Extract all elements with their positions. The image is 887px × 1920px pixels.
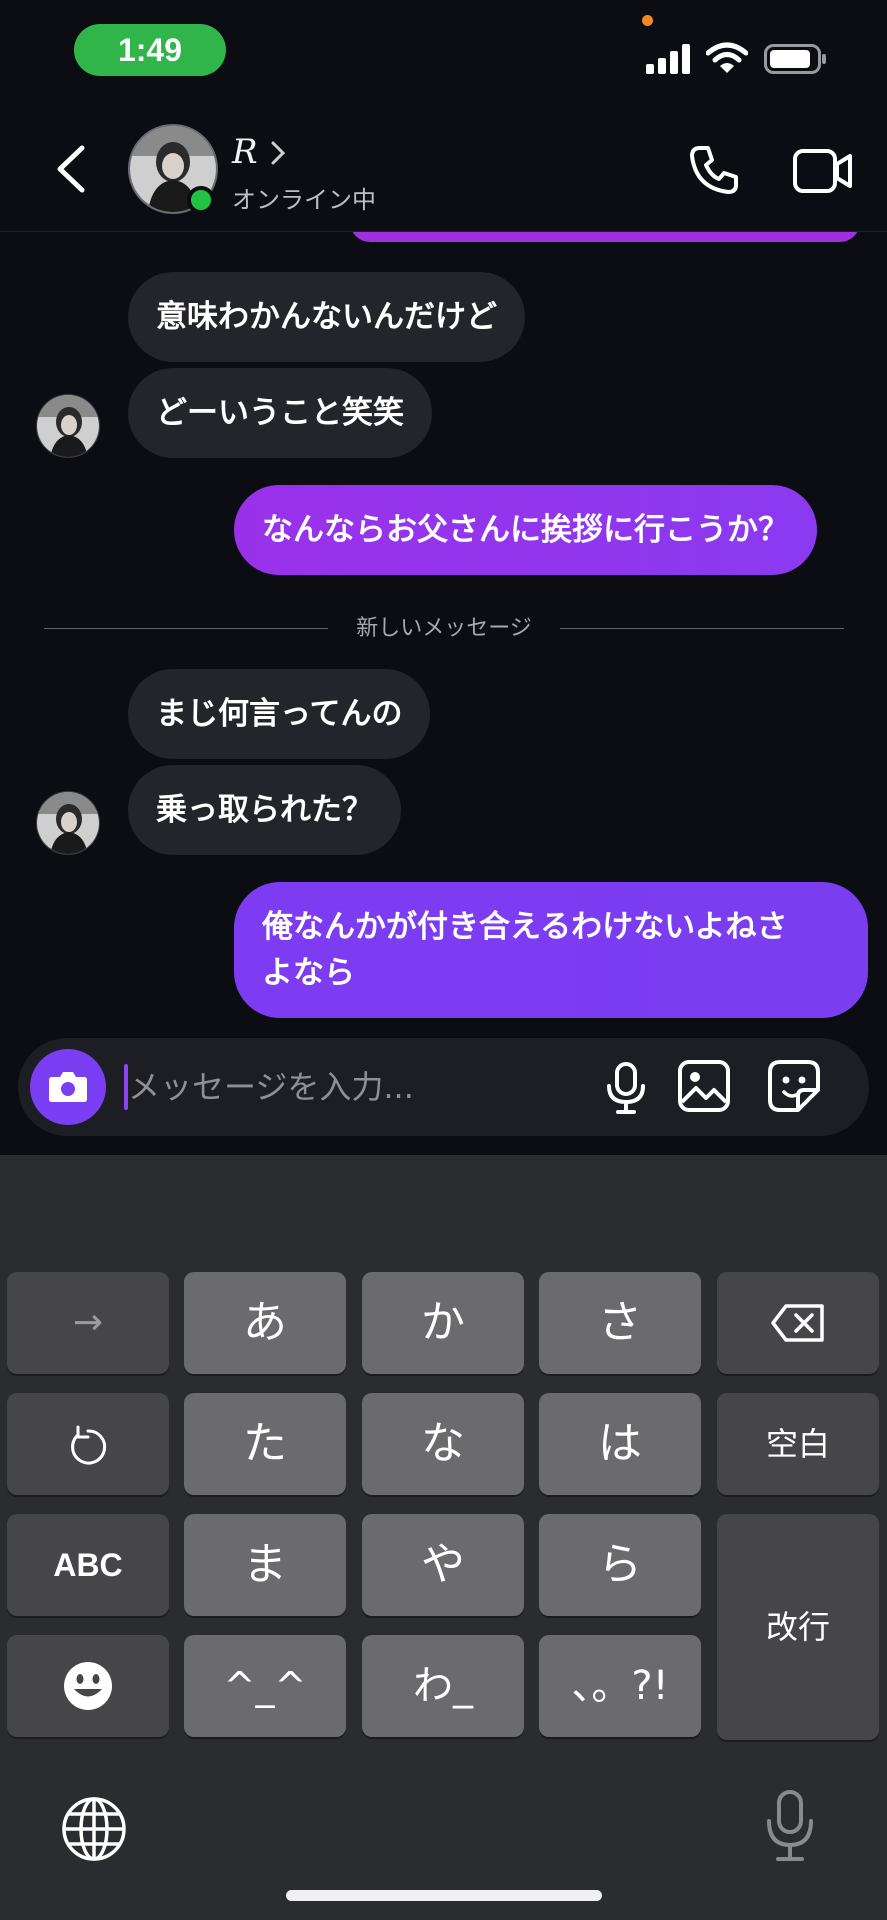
key-sa[interactable]: さ bbox=[539, 1272, 701, 1374]
incoming-message[interactable]: まじ何言ってんの bbox=[128, 669, 431, 759]
key-ha[interactable]: は bbox=[539, 1393, 701, 1495]
new-messages-divider: 新しいメッセージ bbox=[44, 614, 844, 644]
key-return[interactable]: 改行 bbox=[717, 1514, 879, 1740]
outgoing-message[interactable]: 俺なんかが付き合えるわけないよねさ よなら bbox=[234, 882, 868, 1018]
chat-screen: 1:49 R オンライン中 意味わかんないんだけど どーいうこと笑笑 なんならお… bbox=[0, 0, 887, 1920]
contact-status: オンライン中 bbox=[232, 186, 376, 214]
avatar-photo bbox=[37, 395, 99, 457]
back-icon[interactable] bbox=[44, 134, 100, 204]
key-ma[interactable]: ま bbox=[184, 1514, 346, 1616]
key-ya[interactable]: や bbox=[362, 1514, 524, 1616]
key-undo[interactable] bbox=[7, 1393, 169, 1495]
chat-header: R オンライン中 bbox=[0, 110, 887, 232]
sticker-icon[interactable] bbox=[766, 1058, 822, 1114]
divider-line bbox=[560, 628, 844, 629]
dictation-icon[interactable] bbox=[762, 1789, 818, 1865]
chevron-right-icon[interactable] bbox=[270, 140, 286, 166]
key-ta[interactable]: た bbox=[184, 1393, 346, 1495]
camera-button[interactable] bbox=[30, 1049, 106, 1125]
battery-icon bbox=[764, 44, 826, 74]
backspace-icon bbox=[771, 1304, 824, 1342]
divider-label: 新しいメッセージ bbox=[356, 616, 532, 641]
undo-icon bbox=[71, 1425, 107, 1465]
key-abc[interactable]: ABC bbox=[7, 1514, 169, 1616]
sender-avatar[interactable] bbox=[36, 791, 100, 855]
key-na[interactable]: な bbox=[362, 1393, 524, 1495]
emoji-icon bbox=[64, 1662, 112, 1710]
incoming-message[interactable]: 乗っ取られた？ bbox=[128, 765, 401, 855]
japanese-keyboard: → あ か さ た な は 空白 ABC ま や ら 改行 ^_^ わ_ 、。?… bbox=[0, 1155, 887, 1920]
key-ka[interactable]: か bbox=[362, 1272, 524, 1374]
key-backspace[interactable] bbox=[717, 1272, 879, 1374]
key-ra[interactable]: ら bbox=[539, 1514, 701, 1616]
key-next-candidate[interactable]: → bbox=[7, 1272, 169, 1374]
message-list[interactable]: 意味わかんないんだけど どーいうこと笑笑 なんならお父さんに挨拶に行こうか？ 新… bbox=[0, 202, 887, 1032]
status-bar: 1:49 bbox=[0, 0, 887, 110]
incoming-message[interactable]: どーいうこと笑笑 bbox=[128, 368, 432, 458]
incoming-message[interactable]: 意味わかんないんだけど bbox=[128, 272, 525, 362]
status-time[interactable]: 1:49 bbox=[74, 24, 226, 76]
message-line: 俺なんかが付き合えるわけないよねさ bbox=[262, 909, 788, 945]
key-kaomoji[interactable]: ^_^ bbox=[184, 1635, 346, 1737]
outgoing-message[interactable]: なんならお父さんに挨拶に行こうか？ bbox=[234, 485, 817, 575]
avatar-photo bbox=[37, 792, 99, 854]
sender-avatar[interactable] bbox=[36, 394, 100, 458]
globe-icon[interactable] bbox=[60, 1795, 128, 1863]
contact-name[interactable]: R bbox=[232, 132, 258, 172]
camera-icon bbox=[49, 1072, 87, 1102]
message-input[interactable] bbox=[128, 1038, 588, 1136]
message-line: よなら bbox=[262, 955, 355, 991]
key-emoji[interactable] bbox=[7, 1635, 169, 1737]
home-indicator[interactable] bbox=[286, 1890, 602, 1901]
video-icon[interactable] bbox=[792, 146, 854, 196]
key-a[interactable]: あ bbox=[184, 1272, 346, 1374]
key-wa[interactable]: わ_ bbox=[362, 1635, 524, 1737]
message-composer bbox=[18, 1038, 869, 1136]
online-indicator bbox=[187, 186, 215, 214]
microphone-icon[interactable] bbox=[598, 1060, 654, 1116]
image-icon[interactable] bbox=[676, 1058, 732, 1114]
privacy-indicator-dot bbox=[642, 15, 653, 26]
wifi-icon bbox=[706, 42, 748, 73]
signal-icon bbox=[646, 44, 690, 74]
key-punctuation[interactable]: 、。?! bbox=[539, 1635, 701, 1737]
key-space[interactable]: 空白 bbox=[717, 1393, 879, 1495]
phone-icon[interactable] bbox=[686, 142, 742, 198]
